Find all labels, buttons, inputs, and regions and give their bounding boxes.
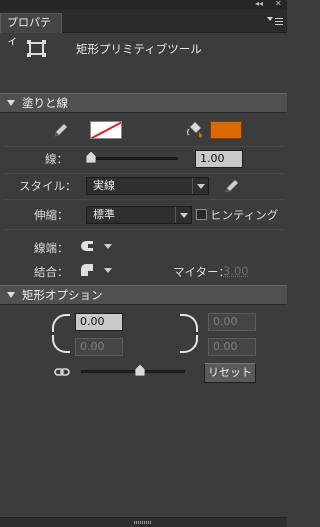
stroke-label: 線： [45,152,68,166]
pencil-icon [54,123,68,137]
style-label: スタイル： [19,179,77,193]
cap-dropdown-icon[interactable] [104,244,112,249]
corner-radius-br-input[interactable]: 0.00 [208,338,256,356]
corner-radius-bl-input[interactable]: 0.00 [75,338,123,356]
panel-tab-row: プロパティ [0,9,287,47]
divider [4,229,283,230]
corner-br-icon [180,335,198,353]
window-top-bar: ◂◂ ✕ [0,0,287,9]
stroke-color-swatch[interactable] [90,121,122,139]
paint-bucket-icon [186,121,202,138]
join-round-icon[interactable] [80,263,94,277]
section-rect-options-title: 矩形オプション [22,288,103,302]
tab-properties[interactable]: プロパティ [0,13,62,47]
chevron-down-icon [7,292,15,298]
divider [4,146,283,147]
chevron-down-icon [192,178,208,194]
style-select-value: 実線 [93,179,115,192]
section-fill-stroke-header[interactable]: 塗りと線 [0,93,287,113]
resize-grip[interactable] [0,517,287,527]
stroke-slider-thumb[interactable] [86,151,96,163]
style-select[interactable]: 実線 [86,177,209,195]
collapse-icon[interactable]: ◂◂ [255,0,263,9]
section-rect-options-header[interactable]: 矩形オプション [0,285,287,305]
divider [4,199,283,200]
join-label: 結合： [34,265,69,279]
fill-color-swatch[interactable] [210,121,242,139]
tool-name: 矩形プリミティブツール [76,42,202,56]
corner-tr-icon [180,314,198,332]
panel-menu-icon[interactable] [267,17,283,27]
join-dropdown-icon[interactable] [104,268,112,273]
link-icon[interactable] [54,366,70,378]
corner-radius-slider-track[interactable] [81,370,185,373]
divider [4,173,283,174]
scale-select-value: 標準 [93,208,115,221]
chevron-down-icon [7,100,15,106]
edit-stroke-style-icon[interactable] [225,179,239,193]
reset-button[interactable]: リセット [204,363,256,383]
close-icon[interactable]: ✕ [275,0,282,9]
hinting-label: ヒンティング [210,208,279,222]
chevron-down-icon [175,207,191,223]
section-fill-stroke-title: 塗りと線 [22,96,68,110]
corner-tl-icon [52,314,70,332]
corner-radius-slider-thumb[interactable] [135,364,145,376]
corner-radius-tr-input[interactable]: 0.00 [208,313,256,331]
miter-label: マイター： [173,265,231,279]
scale-label: 伸縮： [34,208,69,222]
cap-label: 線端： [34,241,69,255]
corner-radius-tl-input[interactable]: 0.00 [75,313,123,331]
rectangle-tool-icon [27,40,46,57]
corner-bl-icon [52,335,70,353]
scale-select[interactable]: 標準 [86,206,192,224]
stroke-width-input[interactable]: 1.00 [195,150,243,168]
hinting-checkbox[interactable] [196,209,207,220]
miter-value[interactable]: 3.00 [223,264,249,278]
stroke-slider-track[interactable] [86,157,178,160]
cap-round-icon[interactable] [80,239,94,253]
